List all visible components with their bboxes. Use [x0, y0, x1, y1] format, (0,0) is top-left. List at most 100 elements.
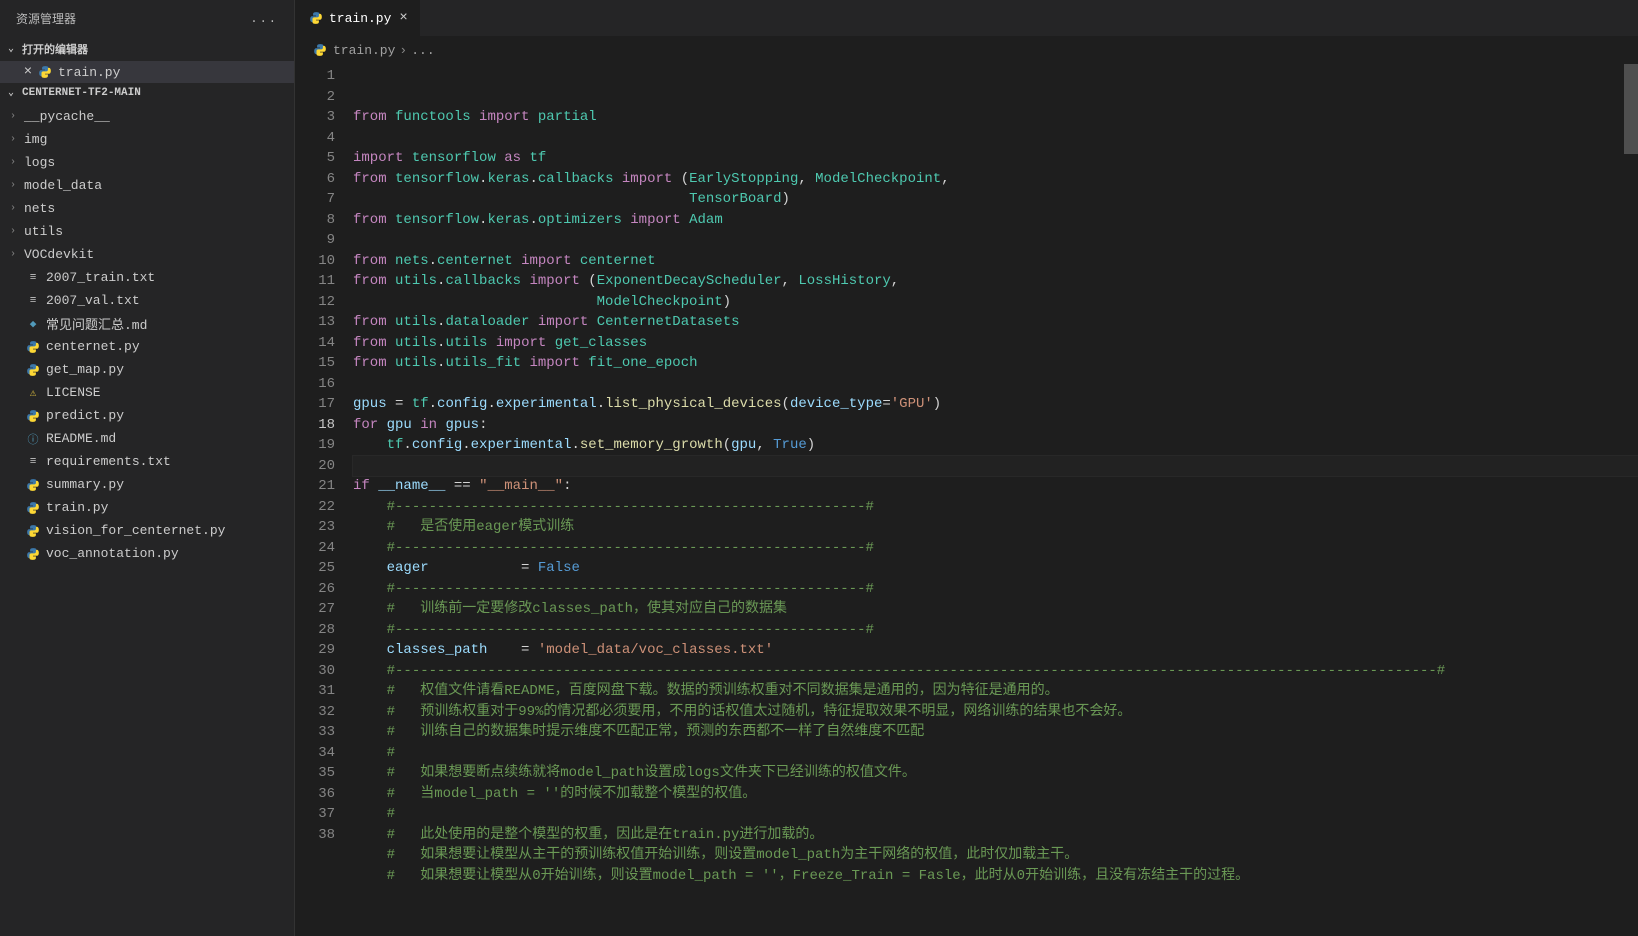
tree-file[interactable]: ≡2007_val.txt — [0, 289, 294, 312]
code-line[interactable]: if __name__ == "__main__": — [353, 476, 1638, 497]
code-line[interactable]: from nets.centernet import centernet — [353, 251, 1638, 272]
tree-file[interactable]: predict.py — [0, 404, 294, 427]
line-number: 35 — [295, 763, 335, 784]
tree-folder[interactable]: ›__pycache__ — [0, 105, 294, 128]
tree-file[interactable]: ⚠LICENSE — [0, 381, 294, 404]
code-line[interactable]: from utils.utils import get_classes — [353, 333, 1638, 354]
code-line[interactable]: # 训练自己的数据集时提示维度不匹配正常，预测的东西都不一样了自然维度不匹配 — [353, 722, 1638, 743]
code-line[interactable]: #---------------------------------------… — [353, 579, 1638, 600]
code-line[interactable]: # — [353, 743, 1638, 764]
code-line[interactable]: from tensorflow.keras.callbacks import (… — [353, 169, 1638, 190]
code-line[interactable]: tf.config.experimental.set_memory_growth… — [353, 435, 1638, 456]
tree-item-label: README.md — [46, 431, 116, 446]
line-number: 7 — [295, 189, 335, 210]
tree-file[interactable]: ◆常见问题汇总.md — [0, 312, 294, 335]
tree-folder[interactable]: ›img — [0, 128, 294, 151]
vertical-scrollbar[interactable] — [1624, 64, 1638, 936]
code-line[interactable]: # 此处使用的是整个模型的权重，因此是在train.py进行加载的。 — [353, 825, 1638, 846]
code-line[interactable]: ModelCheckpoint) — [353, 292, 1638, 313]
tree-file[interactable]: train.py — [0, 496, 294, 519]
code-line[interactable]: # — [353, 804, 1638, 825]
code-line[interactable]: import tensorflow as tf — [353, 148, 1638, 169]
code-line[interactable]: # 是否使用eager模式训练 — [353, 517, 1638, 538]
tree-file[interactable]: ≡2007_train.txt — [0, 266, 294, 289]
code-line[interactable] — [353, 456, 1638, 477]
open-editor-filename: train.py — [58, 65, 120, 80]
close-icon[interactable]: × — [399, 10, 407, 26]
line-number: 24 — [295, 538, 335, 559]
code-line[interactable]: # 如果想要让模型从0开始训练，则设置model_path = ''，Freez… — [353, 866, 1638, 887]
line-number: 31 — [295, 681, 335, 702]
code-line[interactable] — [353, 374, 1638, 395]
more-actions-button[interactable]: ... — [250, 12, 278, 26]
chevron-right-icon: › — [10, 157, 24, 168]
tree-folder[interactable]: ›nets — [0, 197, 294, 220]
editor-tab[interactable]: train.py× — [295, 0, 421, 36]
tree-item-label: LICENSE — [46, 385, 101, 400]
code-line[interactable]: #---------------------------------------… — [353, 497, 1638, 518]
tree-file[interactable]: centernet.py — [0, 335, 294, 358]
line-number: 21 — [295, 476, 335, 497]
code-line[interactable] — [353, 128, 1638, 149]
code-line[interactable]: TensorBoard) — [353, 189, 1638, 210]
tree-file[interactable]: get_map.py — [0, 358, 294, 381]
code-line[interactable]: # 训练前一定要修改classes_path，使其对应自己的数据集 — [353, 599, 1638, 620]
close-icon[interactable]: × — [20, 64, 36, 80]
main-editor-area: train.py× train.py › ... 123456789101112… — [295, 0, 1638, 936]
tree-folder[interactable]: ›VOCdevkit — [0, 243, 294, 266]
tree-item-label: train.py — [46, 500, 108, 515]
editor-tabs: train.py× — [295, 0, 1638, 36]
code-line[interactable]: for gpu in gpus: — [353, 415, 1638, 436]
tree-file[interactable]: ⓘREADME.md — [0, 427, 294, 450]
file-tree: ›__pycache__›img›logs›model_data›nets›ut… — [0, 103, 294, 936]
tree-file[interactable]: voc_annotation.py — [0, 542, 294, 565]
tree-item-label: summary.py — [46, 477, 124, 492]
scroll-thumb[interactable] — [1624, 64, 1638, 154]
project-header[interactable]: ⌄ CENTERNET-TF2-MAIN — [0, 83, 294, 103]
code-editor[interactable]: 1234567891011121314151617181920212223242… — [295, 64, 1638, 936]
code-line[interactable]: #---------------------------------------… — [353, 620, 1638, 641]
line-number: 30 — [295, 661, 335, 682]
code-line[interactable]: # 权值文件请看README，百度网盘下载。数据的预训练权重对不同数据集是通用的… — [353, 681, 1638, 702]
tree-folder[interactable]: ›model_data — [0, 174, 294, 197]
code-line[interactable]: gpus = tf.config.experimental.list_physi… — [353, 394, 1638, 415]
tree-item-label: __pycache__ — [24, 109, 110, 124]
code-line[interactable]: classes_path = 'model_data/voc_classes.t… — [353, 640, 1638, 661]
code-line[interactable]: from utils.utils_fit import fit_one_epoc… — [353, 353, 1638, 374]
python-icon — [311, 42, 329, 58]
code-line[interactable]: from utils.callbacks import (ExponentDec… — [353, 271, 1638, 292]
line-number: 27 — [295, 599, 335, 620]
code-line[interactable]: # 预训练权重对于99%的情况都必须要用，不用的话权值太过随机，特征提取效果不明… — [353, 702, 1638, 723]
tree-item-label: get_map.py — [46, 362, 124, 377]
code-line[interactable]: from functools import partial — [353, 107, 1638, 128]
code-line[interactable]: # 当model_path = ''的时候不加载整个模型的权值。 — [353, 784, 1638, 805]
breadcrumb[interactable]: train.py › ... — [295, 36, 1638, 64]
line-number: 34 — [295, 743, 335, 764]
tree-item-label: logs — [24, 155, 55, 170]
text-icon: ≡ — [24, 293, 42, 309]
code-line[interactable]: eager = False — [353, 558, 1638, 579]
tree-file[interactable]: summary.py — [0, 473, 294, 496]
tree-file[interactable]: vision_for_centernet.py — [0, 519, 294, 542]
code-line[interactable]: # 如果想要断点续练就将model_path设置成logs文件夹下已经训练的权值… — [353, 763, 1638, 784]
tree-item-label: VOCdevkit — [24, 247, 94, 262]
code-line[interactable] — [353, 230, 1638, 251]
code-line[interactable]: # 如果想要让模型从主干的预训练权值开始训练，则设置model_path为主干网… — [353, 845, 1638, 866]
tree-file[interactable]: ≡requirements.txt — [0, 450, 294, 473]
python-icon — [24, 546, 42, 562]
open-editors-header[interactable]: ⌄ 打开的编辑器 — [0, 37, 294, 61]
md-icon: ◆ — [24, 316, 42, 332]
code-line[interactable]: #---------------------------------------… — [353, 661, 1638, 682]
line-number: 6 — [295, 169, 335, 190]
code-line[interactable]: from utils.dataloader import CenternetDa… — [353, 312, 1638, 333]
tree-folder[interactable]: ›logs — [0, 151, 294, 174]
line-number: 5 — [295, 148, 335, 169]
code-line[interactable]: from tensorflow.keras.optimizers import … — [353, 210, 1638, 231]
tree-folder[interactable]: ›utils — [0, 220, 294, 243]
chevron-right-icon: › — [10, 111, 24, 122]
explorer-header: 资源管理器 ... — [0, 0, 294, 37]
open-editor-item[interactable]: × train.py — [0, 61, 294, 83]
code-content[interactable]: from functools import partial import ten… — [353, 64, 1638, 936]
code-line[interactable]: #---------------------------------------… — [353, 538, 1638, 559]
line-gutter: 1234567891011121314151617181920212223242… — [295, 64, 353, 936]
